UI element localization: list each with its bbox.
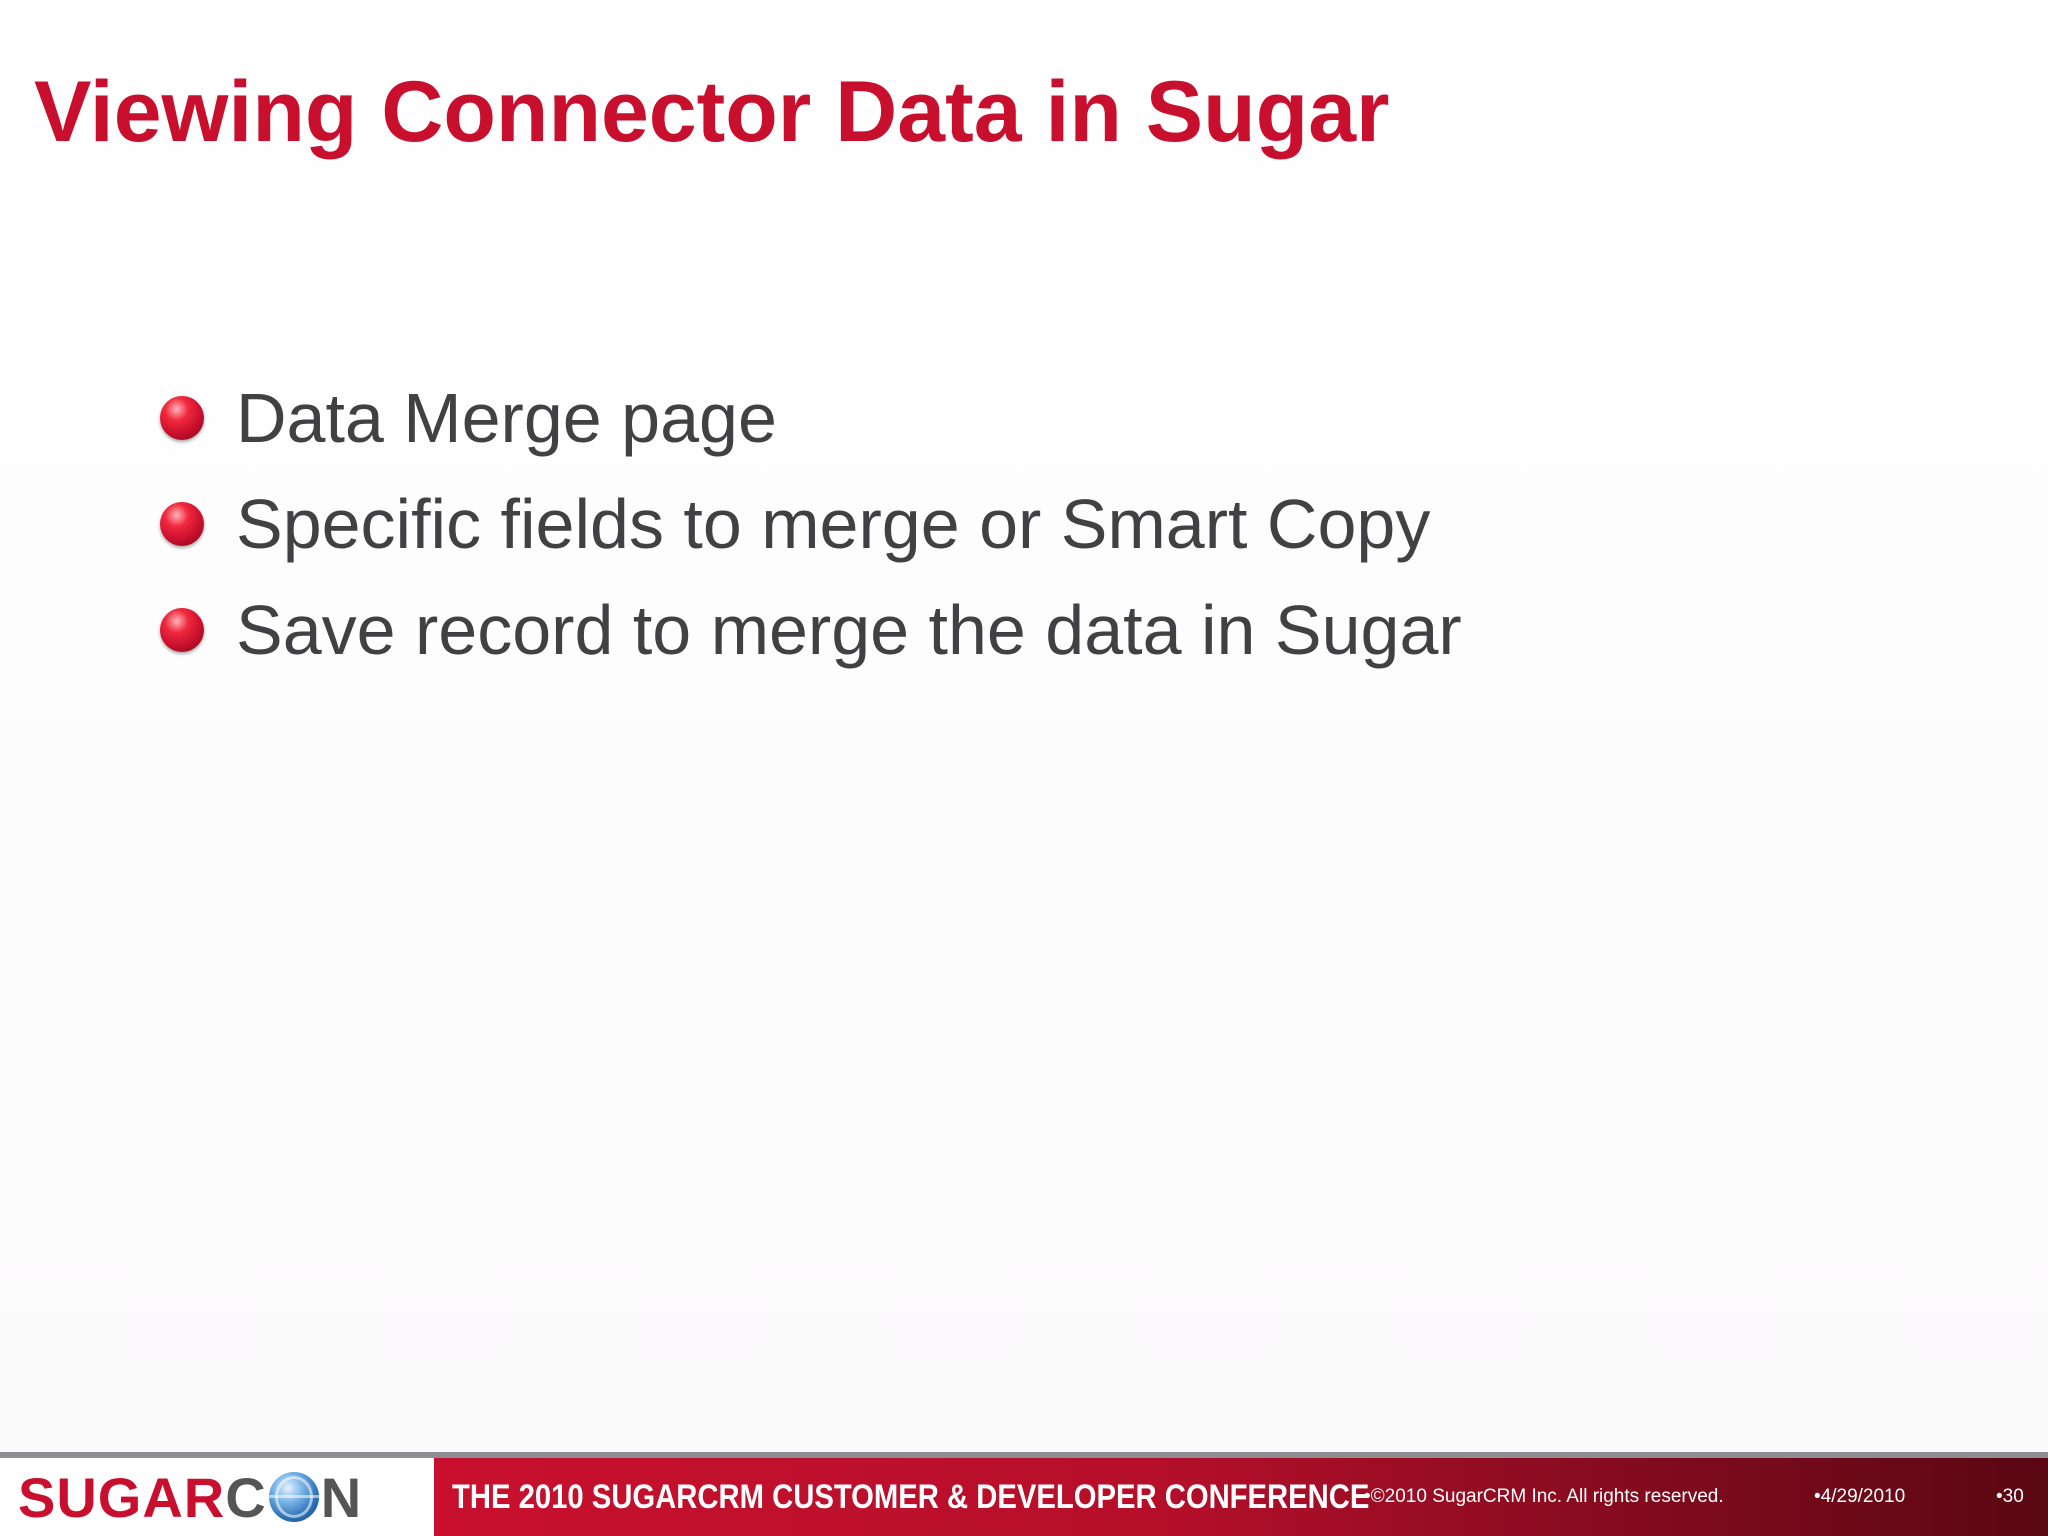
bullet-item: Specific fields to merge or Smart Copy [160,471,1462,577]
page-number: •30 [1996,1486,2024,1507]
footer-bar: SUGAR C N THE 2010 SUGARCRM CUSTOMER & DEV… [0,1452,2048,1536]
slide-title: Viewing Connector Data in Sugar [34,64,1390,160]
conference-title: THE 2010 SUGARCRM CUSTOMER & DEVELOPER C… [452,1478,1370,1516]
globe-icon [268,1472,319,1522]
footer-band: THE 2010 SUGARCRM CUSTOMER & DEVELOPER C… [434,1458,2048,1536]
bullet-text: Save record to merge the data in Sugar [236,591,1462,669]
logo-n-text: N [320,1465,363,1529]
bullet-item: Data Merge page [160,365,1462,471]
red-sphere-bullet-icon [160,396,204,440]
slide-background [0,0,2048,1452]
bullet-text: Data Merge page [236,379,777,457]
logo-sugar-text: SUGAR [18,1465,226,1529]
red-sphere-bullet-icon [160,608,204,652]
logo-c-text: C [225,1465,267,1529]
sugarcon-logo: SUGAR C N [0,1458,434,1536]
bullet-list: Data Merge page Specific fields to merge… [160,365,1462,683]
date-text: •4/29/2010 [1814,1486,1906,1507]
bullet-item: Save record to merge the data in Sugar [160,577,1462,683]
copyright-text: •©2010 SugarCRM Inc. All rights reserved… [1364,1486,1724,1507]
red-sphere-bullet-icon [160,502,204,546]
bullet-text: Specific fields to merge or Smart Copy [236,485,1431,563]
